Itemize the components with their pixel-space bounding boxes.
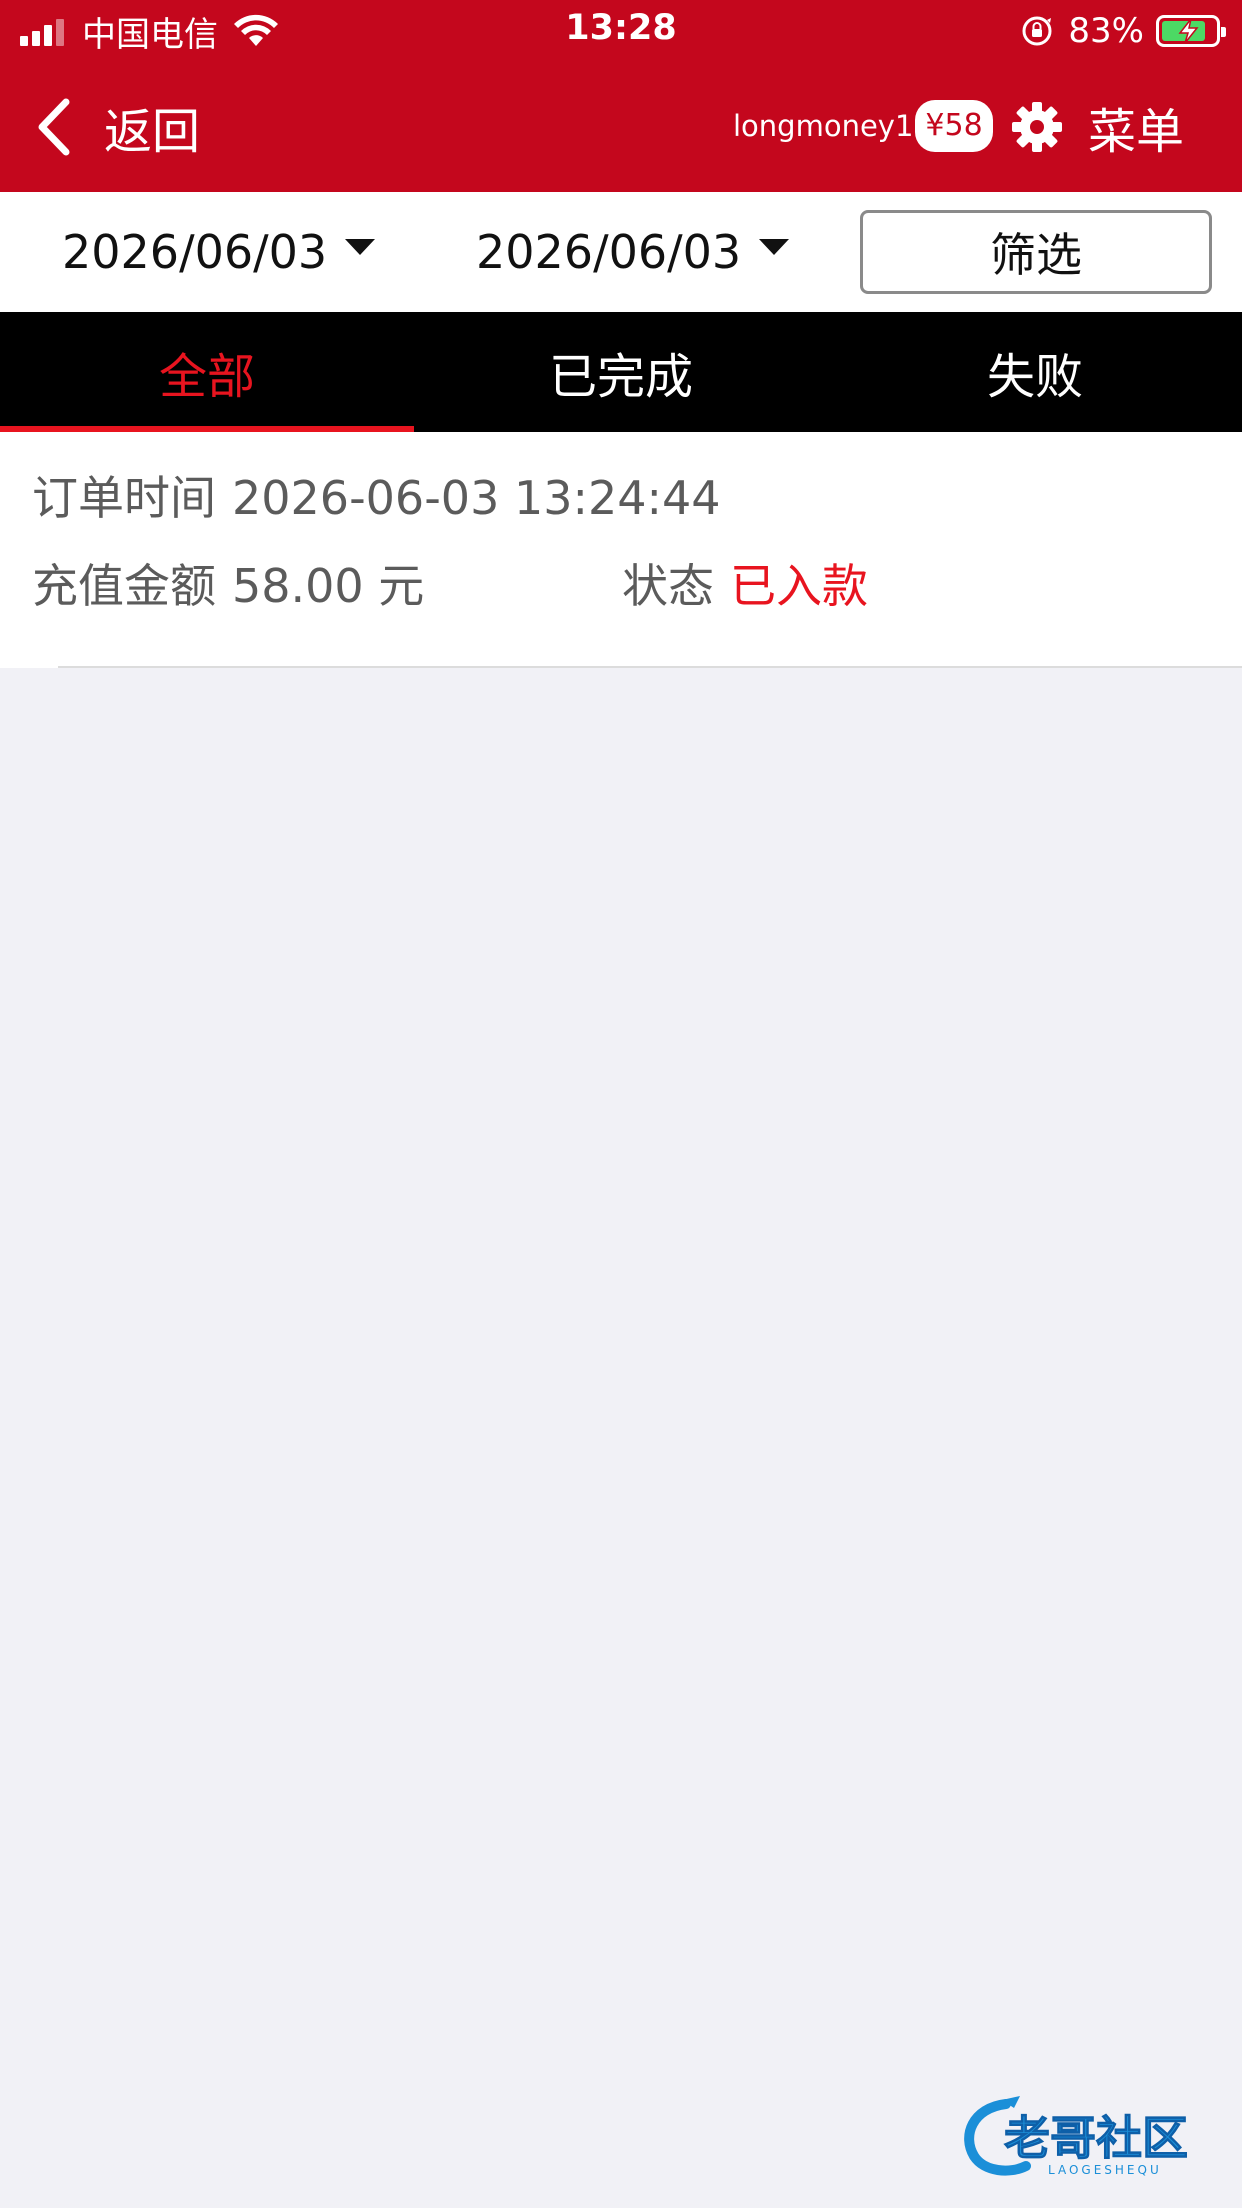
menu-label: 菜单 <box>1088 104 1185 160</box>
amount-group: 充值金额 58.00 元 <box>32 550 424 616</box>
amount-value: 58.00 元 <box>232 559 425 613</box>
account-info: longmoney1 ¥58 <box>733 98 993 154</box>
caret-down-icon <box>759 239 790 255</box>
back-label: 返回 <box>104 104 201 160</box>
order-time-row: 订单时间 2026-06-03 13:24:44 <box>32 462 721 528</box>
list-item[interactable]: 订单时间 2026-06-03 13:24:44 充值金额 58.00 元 状态 已入… <box>0 432 1242 668</box>
order-time-value: 2026-06-03 13:24:44 <box>232 471 721 525</box>
tab-failed[interactable]: 失败 <box>828 312 1242 432</box>
caret-down-icon <box>345 239 376 255</box>
end-date-picker[interactable]: 2026/06/03 <box>476 222 790 282</box>
chevron-left-icon <box>38 98 70 156</box>
divider <box>58 666 1242 668</box>
filter-button[interactable]: 筛选 <box>860 210 1212 294</box>
battery-percent: 83% <box>1068 11 1144 51</box>
filter-row: 2026/06/03 2026/06/03 筛选 <box>0 192 1242 312</box>
orientation-lock-icon <box>1022 16 1052 46</box>
status-bar: 中国电信 13:28 83% <box>0 0 1242 62</box>
username: longmoney1 <box>733 109 914 143</box>
start-date-text: 2026/06/03 <box>62 225 328 279</box>
gear-icon <box>1012 102 1062 152</box>
status-group: 状态 已入款 <box>622 550 868 616</box>
balance-badge: ¥58 <box>915 100 993 152</box>
battery-charging-icon <box>1156 15 1226 47</box>
watermark-logo: 老哥社区 LAOGESHEQU <box>962 2096 1230 2180</box>
status-value: 已入款 <box>730 559 868 613</box>
order-time-label: 订单时间 <box>32 471 216 525</box>
start-date-picker[interactable]: 2026/06/03 <box>62 222 376 282</box>
end-date-text: 2026/06/03 <box>476 225 742 279</box>
back-button[interactable]: 返回 <box>34 90 200 164</box>
tab-completed[interactable]: 已完成 <box>414 312 828 432</box>
nav-bar: 返回 longmoney1 ¥58 菜单 <box>0 62 1242 192</box>
status-tabs: 全部 已完成 失败 <box>0 312 1242 432</box>
amount-label: 充值金额 <box>32 559 216 613</box>
svg-text:老哥社区: 老哥社区 <box>1004 2111 1188 2165</box>
tab-all[interactable]: 全部 <box>0 312 414 432</box>
status-label: 状态 <box>622 559 714 613</box>
order-list: 订单时间 2026-06-03 13:24:44 充值金额 58.00 元 状态 已入… <box>0 432 1242 668</box>
svg-text:LAOGESHEQU: LAOGESHEQU <box>1048 2163 1162 2177</box>
menu-button[interactable]: 菜单 <box>1010 92 1184 162</box>
status-right: 83% <box>1020 8 1226 54</box>
